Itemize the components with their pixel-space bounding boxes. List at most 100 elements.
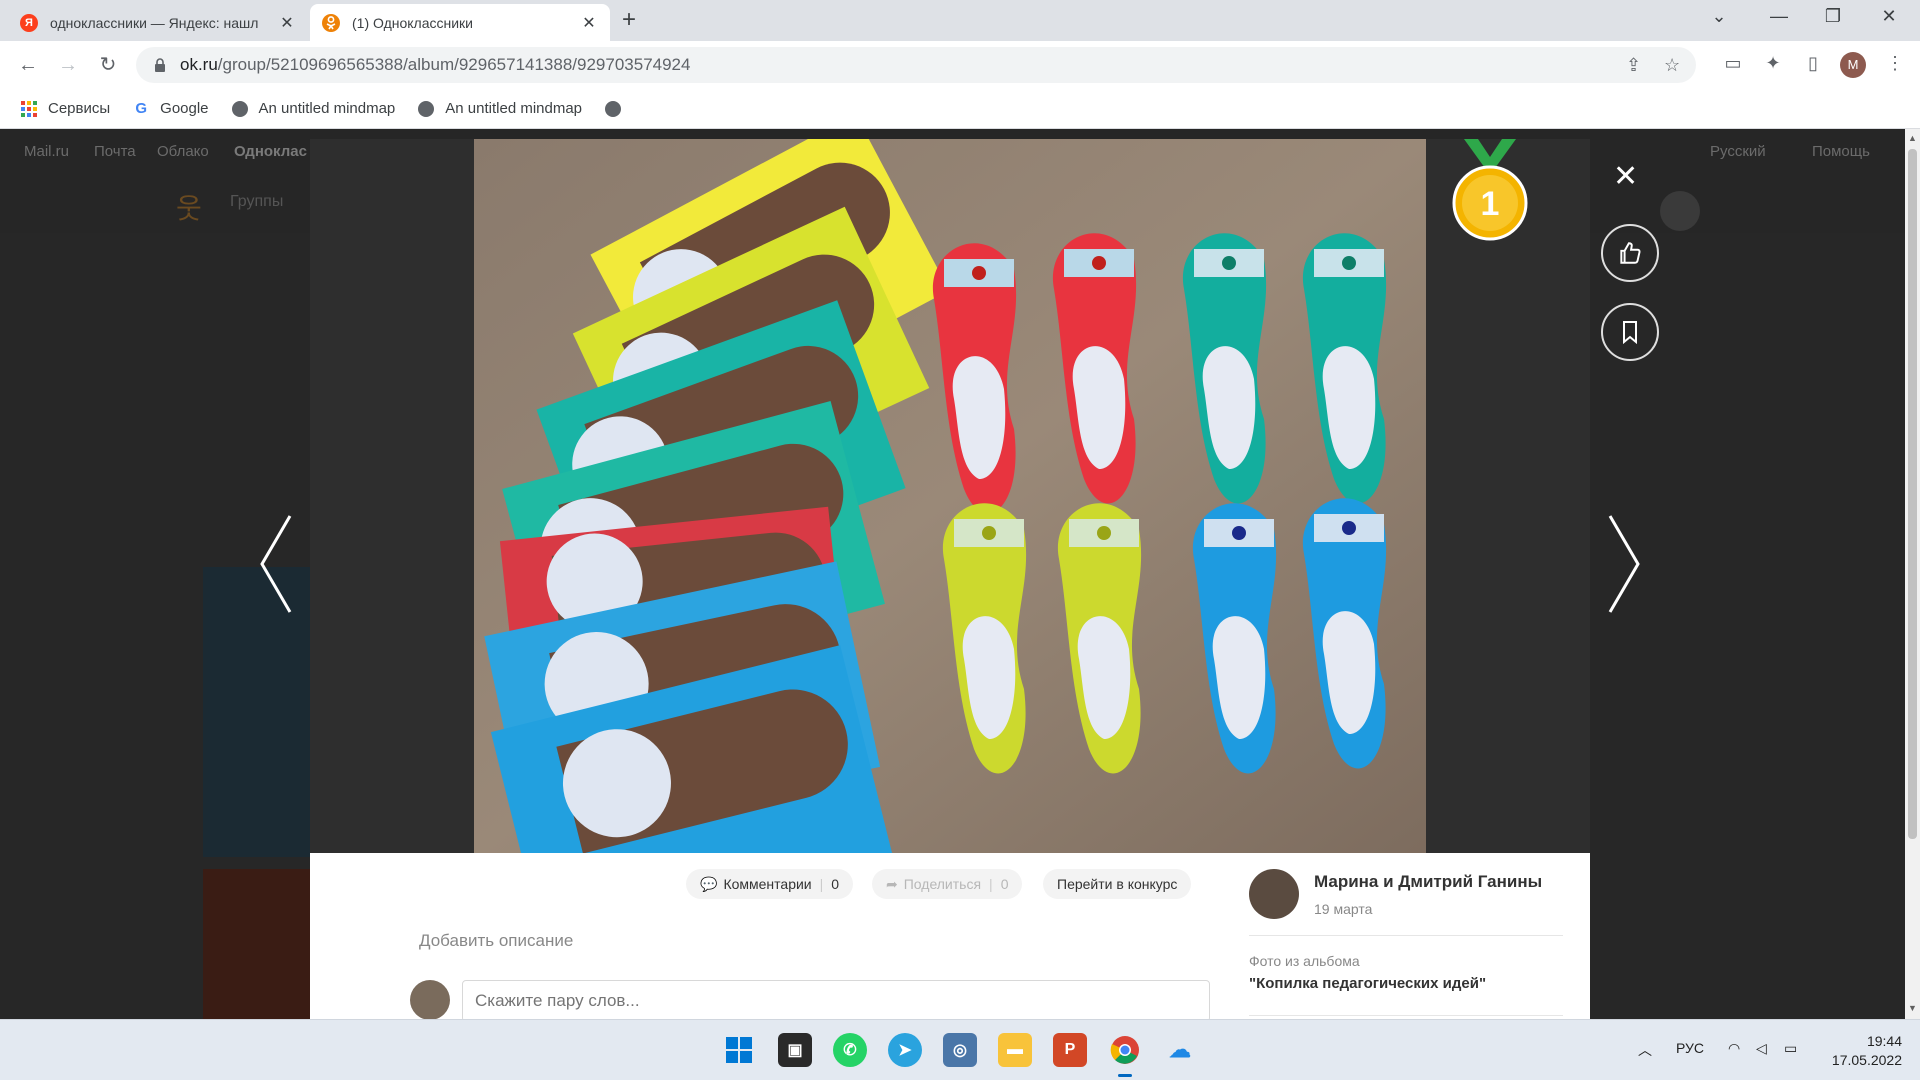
cast-icon[interactable]: ▭ xyxy=(1720,53,1746,74)
comments-label: Комментарии xyxy=(723,876,812,892)
bookmark-mindmap-1[interactable]: An untitled mindmap xyxy=(231,100,396,118)
windows-logo-icon xyxy=(726,1037,752,1063)
new-tab-button[interactable]: + xyxy=(622,8,636,32)
groups-link[interactable]: Группы xyxy=(230,193,283,211)
task-view-icon: ▣ xyxy=(787,1042,803,1059)
user-avatar[interactable] xyxy=(1660,191,1700,231)
album-link[interactable]: "Копилка педагогических идей" xyxy=(1249,975,1486,992)
volume-icon[interactable]: ◁ xyxy=(1756,1040,1767,1057)
scroll-down-icon[interactable]: ▼ xyxy=(1908,1003,1917,1013)
portal-link-mailru[interactable]: Mail.ru xyxy=(24,143,69,160)
globe-icon xyxy=(604,100,622,118)
url-host: ok.ru xyxy=(180,55,218,74)
bookmark-services[interactable]: Сервисы xyxy=(20,100,110,118)
scroll-up-icon[interactable]: ▲ xyxy=(1908,133,1917,143)
tab-search-icon[interactable]: ⌄ xyxy=(1696,6,1742,27)
bookmark-label: An untitled mindmap xyxy=(445,100,583,117)
author-avatar[interactable] xyxy=(1249,869,1299,919)
file-explorer-app[interactable]: ▬ xyxy=(998,1033,1032,1067)
previous-photo-icon[interactable] xyxy=(258,514,294,614)
weather-app[interactable]: ☁ xyxy=(1163,1033,1197,1067)
back-button[interactable]: ← xyxy=(14,51,42,79)
author-name[interactable]: Марина и Дмитрий Ганины xyxy=(1314,872,1542,892)
menu-kebab-icon[interactable]: ⋮ xyxy=(1882,53,1908,74)
photo-date: 19 марта xyxy=(1314,901,1373,917)
bookmark-google[interactable]: G Google xyxy=(132,100,208,118)
help-link[interactable]: Помощь xyxy=(1812,143,1870,160)
current-user-avatar[interactable] xyxy=(410,980,450,1020)
window-close-button[interactable]: ✕ xyxy=(1866,6,1912,27)
bookmark-mindmap-2[interactable]: An untitled mindmap xyxy=(417,100,582,118)
clock[interactable]: 19:44 17.05.2022 xyxy=(1822,1032,1902,1070)
powerpoint-icon: P xyxy=(1064,1041,1076,1058)
bookmark-label: Сервисы xyxy=(48,100,111,117)
vk-icon: ◎ xyxy=(953,1042,967,1059)
bookmark-globe[interactable] xyxy=(604,100,632,118)
powerpoint-app[interactable]: P xyxy=(1053,1033,1087,1067)
close-tab-icon[interactable]: ✕ xyxy=(278,13,296,33)
share-icon[interactable]: ⇪ xyxy=(1626,55,1641,76)
vk-app[interactable]: ◎ xyxy=(943,1033,977,1067)
next-photo-icon[interactable] xyxy=(1606,514,1642,614)
go-to-contest-button[interactable]: Перейти в конкурс xyxy=(1043,869,1192,899)
battery-icon[interactable]: ▭ xyxy=(1784,1040,1797,1057)
bookmarks-bar: Сервисы G Google An untitled mindmap An … xyxy=(0,89,1920,129)
bookmark-icon xyxy=(1623,321,1637,344)
divider xyxy=(1249,935,1563,936)
tab-yandex-search[interactable]: Я одноклассники — Яндекс: нашл ✕ xyxy=(8,4,308,41)
task-view-button[interactable]: ▣ xyxy=(778,1033,812,1067)
whatsapp-app[interactable]: ✆ xyxy=(833,1033,867,1067)
chrome-icon xyxy=(1110,1036,1139,1064)
contest-label: Перейти в конкурс xyxy=(1057,876,1178,892)
share-button[interactable]: ➦ Поделиться | 0 xyxy=(872,869,1023,899)
extensions-icon[interactable]: ✦ xyxy=(1760,53,1786,74)
wifi-icon[interactable]: ◠ xyxy=(1728,1040,1740,1057)
start-button[interactable] xyxy=(722,1033,756,1067)
tray-overflow-icon[interactable]: ︿ xyxy=(1638,1040,1652,1060)
comments-count: 0 xyxy=(831,876,840,892)
cloud-icon: ☁ xyxy=(1169,1037,1191,1062)
bookmark-star-icon[interactable]: ☆ xyxy=(1664,55,1680,76)
close-tab-icon[interactable]: ✕ xyxy=(580,13,598,33)
portal-link-ok[interactable]: Одноклас xyxy=(234,143,307,160)
background-photo-thumb xyxy=(203,567,311,857)
comment-input[interactable] xyxy=(462,980,1210,1022)
chrome-app[interactable] xyxy=(1108,1033,1142,1067)
album-label: Фото из альбома xyxy=(1249,953,1360,969)
address-bar[interactable]: ok.ru/group/52109696565388/album/9296571… xyxy=(136,47,1696,83)
profile-avatar[interactable]: M xyxy=(1840,52,1866,78)
bookmark-button[interactable] xyxy=(1601,303,1659,361)
divider xyxy=(1249,1015,1563,1016)
ok-logo-icon[interactable]: 웃 xyxy=(176,187,202,227)
side-panel-icon[interactable]: ▯ xyxy=(1800,53,1826,74)
input-language[interactable]: РУС xyxy=(1676,1040,1704,1056)
ok-icon xyxy=(322,13,340,32)
yandex-icon: Я xyxy=(20,13,38,32)
reload-button[interactable]: ↻ xyxy=(94,51,122,79)
bookmark-label: An untitled mindmap xyxy=(258,100,396,117)
close-viewer-icon[interactable]: ✕ xyxy=(1613,162,1638,192)
url-path: /group/52109696565388/album/929657141388… xyxy=(217,55,691,74)
portal-link-cloud[interactable]: Облако xyxy=(157,143,209,160)
like-button[interactable] xyxy=(1601,224,1659,282)
medal-icon[interactable]: 1 xyxy=(1450,139,1530,243)
globe-icon xyxy=(231,100,249,118)
photo-info-panel: 💬 Комментарии | 0 ➦ Поделиться | 0 Перей… xyxy=(310,853,1590,1022)
share-arrow-icon: ➦ xyxy=(886,875,898,892)
clock-date: 17.05.2022 xyxy=(1831,1052,1902,1068)
page-scrollbar[interactable]: ▲ ▼ xyxy=(1905,129,1920,1019)
language-select[interactable]: Русский xyxy=(1710,143,1766,160)
apps-icon xyxy=(20,100,38,118)
photo-image xyxy=(474,139,1426,853)
tab-odnoklassniki[interactable]: (1) Одноклассники ✕ xyxy=(310,4,610,41)
scrollbar-thumb[interactable] xyxy=(1908,149,1917,839)
share-count: 0 xyxy=(1000,876,1009,892)
comments-button[interactable]: 💬 Комментарии | 0 xyxy=(686,869,854,899)
telegram-app[interactable]: ➤ xyxy=(888,1033,922,1067)
minimize-button[interactable]: — xyxy=(1756,6,1802,27)
restore-button[interactable]: ❐ xyxy=(1810,6,1856,27)
add-description-link[interactable]: Добавить описание xyxy=(419,931,573,951)
google-icon: G xyxy=(135,100,147,117)
portal-link-mail[interactable]: Почта xyxy=(94,143,136,160)
forward-button[interactable]: → xyxy=(54,51,82,79)
